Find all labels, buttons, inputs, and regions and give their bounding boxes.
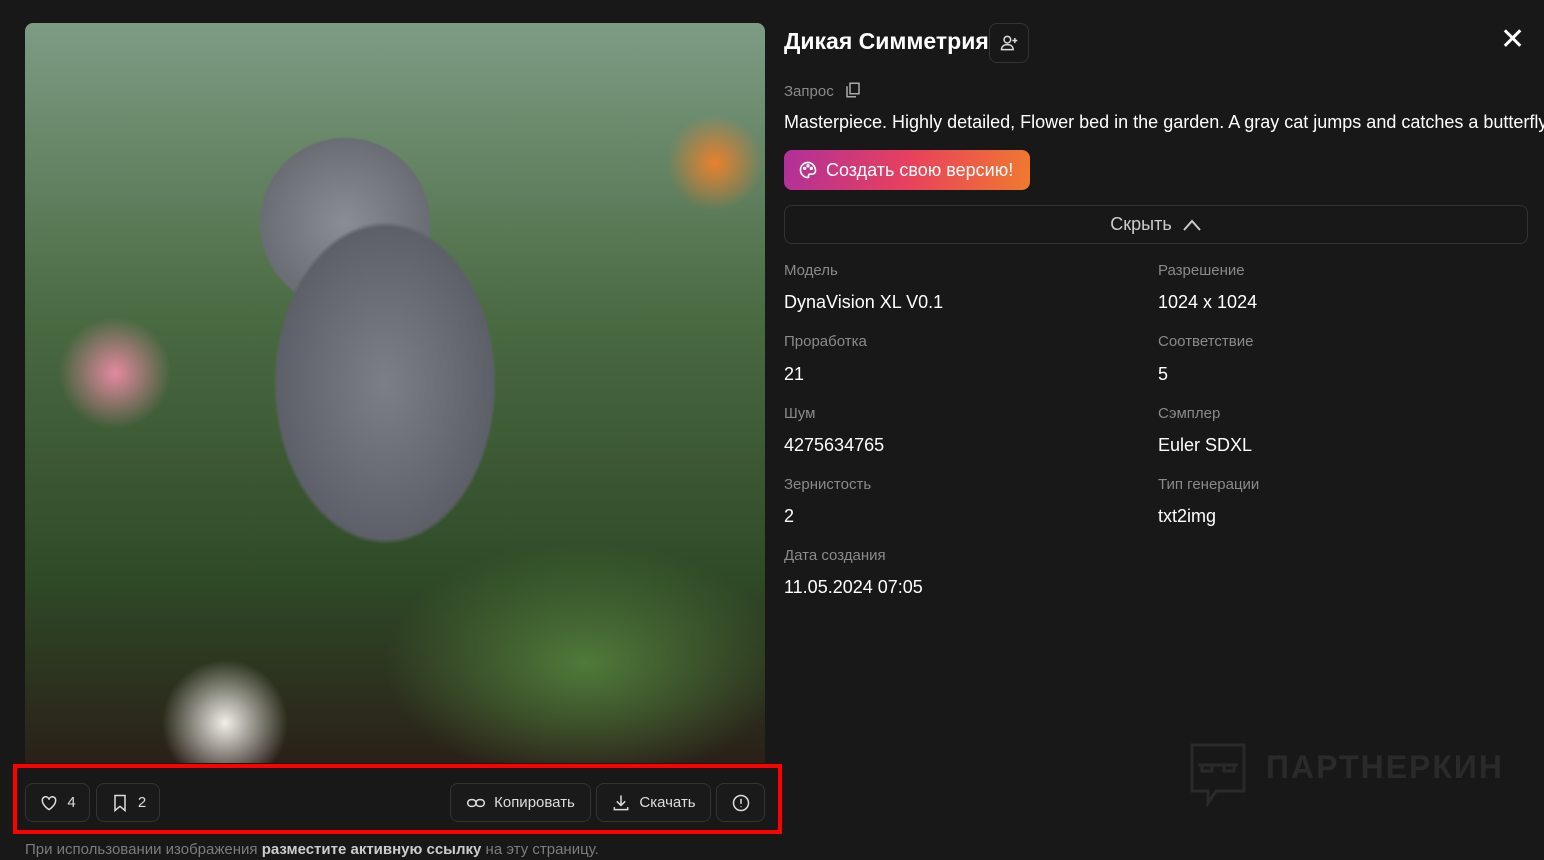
- param-value: 5: [1158, 364, 1169, 384]
- param-value: 2: [784, 506, 795, 526]
- chevron-up-icon: [1182, 218, 1201, 231]
- param-label: Сэмплер: [1158, 405, 1221, 422]
- download-label: Скачать: [639, 794, 696, 811]
- usage-note: При использовании изображения разместите…: [25, 841, 599, 858]
- param-value: 21: [784, 364, 805, 384]
- alert-icon: [732, 794, 749, 811]
- hide-label: Скрыть: [1110, 214, 1172, 234]
- prompt-label: Запрос: [784, 81, 862, 100]
- param-value: Euler SDXL: [1158, 435, 1253, 455]
- heart-icon: [41, 795, 57, 811]
- param-label: Шум: [784, 405, 816, 422]
- create-label: Создать свою версию!: [826, 159, 1014, 180]
- report-button[interactable]: [716, 783, 765, 822]
- param-label: Тип генерации: [1158, 476, 1260, 493]
- param-label: Дата создания: [784, 547, 886, 564]
- like-count: 4: [67, 794, 76, 811]
- user-plus-icon: [1000, 35, 1018, 51]
- close-icon[interactable]: ✕: [1500, 25, 1525, 55]
- bookmark-icon: [114, 794, 126, 812]
- param-value: 1024 x 1024: [1158, 292, 1258, 312]
- param-label: Проработка: [784, 333, 867, 350]
- param-label: Зернистость: [784, 476, 872, 493]
- param-label: Модель: [784, 262, 838, 279]
- param-value: DynaVision XL V0.1: [784, 292, 944, 312]
- bookmark-button[interactable]: 2: [96, 783, 160, 822]
- author-name[interactable]: Дикая Симметрия: [784, 28, 989, 55]
- copy-label: Копировать: [494, 794, 575, 811]
- follow-button[interactable]: [989, 23, 1029, 63]
- watermark-logo: ПАРТНЕРКИН: [1188, 743, 1504, 807]
- generated-image[interactable]: [25, 23, 765, 763]
- prompt-text: Masterpiece. Highly detailed, Flower bed…: [784, 112, 1544, 132]
- copy-icon[interactable]: [844, 81, 862, 99]
- like-button[interactable]: 4: [25, 783, 90, 822]
- param-value: txt2img: [1158, 506, 1217, 526]
- link-icon: [467, 798, 486, 807]
- param-value: 4275634765: [784, 435, 885, 455]
- palette-icon: [799, 161, 817, 179]
- chat-glasses-icon: [1190, 743, 1246, 807]
- download-button[interactable]: Скачать: [596, 783, 711, 822]
- param-label: Соответствие: [1158, 333, 1254, 350]
- create-version-button[interactable]: Создать свою версию!: [784, 150, 1030, 190]
- param-label: Разрешение: [1158, 262, 1245, 279]
- copy-link-button[interactable]: Копировать: [450, 783, 591, 822]
- download-icon: [613, 795, 629, 810]
- usage-link[interactable]: разместите активную ссылку: [262, 841, 482, 858]
- hide-params-button[interactable]: Скрыть: [784, 205, 1528, 244]
- param-value: 11.05.2024 07:05: [784, 577, 923, 597]
- bookmark-count: 2: [137, 794, 147, 811]
